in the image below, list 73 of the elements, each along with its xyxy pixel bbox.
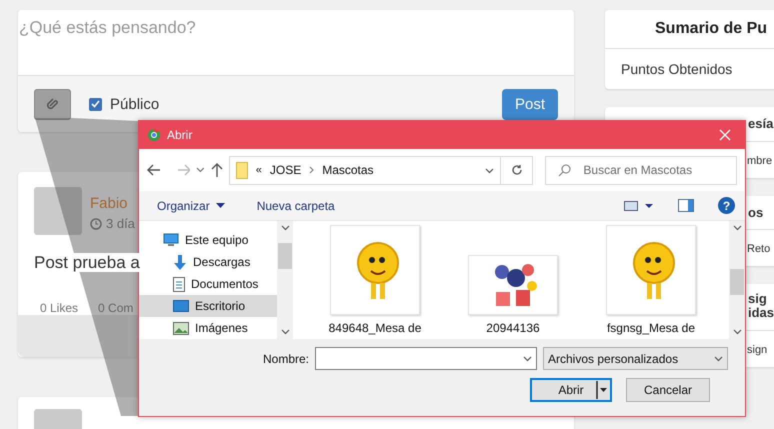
document-icon	[173, 276, 185, 292]
caret-icon	[216, 203, 225, 208]
up-arrow-icon[interactable]	[211, 163, 223, 177]
file-thumbnail[interactable]	[468, 255, 558, 315]
scroll-up-icon	[280, 225, 290, 231]
down-arrow-icon	[173, 254, 187, 270]
desktop-icon	[173, 300, 189, 312]
search-icon	[558, 164, 572, 176]
filename-label: Nombre:	[262, 352, 309, 366]
scrollbar[interactable]	[277, 221, 293, 339]
attach-button[interactable]	[34, 88, 71, 120]
scrollbar-thumb[interactable]	[730, 269, 744, 295]
summary-row-text: Puntos Obtenidos	[620, 60, 734, 79]
file-thumbnail[interactable]	[330, 225, 420, 315]
toolbar-button[interactable]: Nueva carpeta	[256, 198, 335, 212]
monitor-icon	[163, 233, 179, 247]
likes-count[interactable]: 0 Likes	[40, 301, 78, 315]
file-name[interactable]: 20944136	[486, 321, 540, 335]
back-arrow-icon[interactable]	[147, 164, 161, 176]
help-button[interactable]: ?	[718, 197, 735, 214]
filename-caret-icon	[523, 356, 532, 362]
card-row: mbre	[747, 154, 772, 167]
path-segment[interactable]: Mascotas	[322, 163, 374, 177]
close-icon	[719, 129, 731, 141]
public-checkbox[interactable]	[89, 98, 102, 110]
card-title: os	[748, 206, 764, 220]
open-button[interactable]: Abrir	[530, 378, 612, 402]
post-button[interactable]: Post	[502, 88, 558, 120]
search-field[interactable]: Buscar en Mascotas	[545, 156, 737, 184]
address-caret-icon	[484, 168, 494, 174]
navigation-item[interactable]: Este equipo	[139, 229, 277, 251]
scroll-up-icon	[732, 225, 742, 231]
browser-logo-icon	[147, 128, 161, 142]
refresh-button[interactable]	[500, 156, 534, 184]
navigation-item[interactable]: Descargas	[139, 251, 277, 273]
card-row: Reto	[747, 243, 770, 256]
dialog-title: Abrir	[167, 128, 192, 142]
path-segment[interactable]: JOSE	[270, 163, 302, 177]
cancel-button[interactable]: Cancelar	[626, 378, 710, 402]
dropdown-caret-icon	[714, 356, 723, 362]
post-text: Post prueba a	[34, 253, 140, 272]
navigation-item[interactable]: Escritorio	[139, 295, 277, 317]
path-separator-icon	[309, 166, 314, 174]
navigation-item[interactable]: Documentos	[139, 273, 277, 295]
refresh-icon	[510, 164, 523, 176]
scrollbar[interactable]	[729, 221, 745, 339]
toolbar-button[interactable]: Organizar	[157, 198, 225, 212]
clock-icon	[90, 218, 102, 230]
file-name[interactable]: 849648_Mesa de	[328, 321, 422, 335]
scroll-down-icon	[732, 329, 742, 335]
recent-caret-icon	[196, 167, 206, 173]
view-options-icon[interactable]	[624, 200, 654, 210]
filename-field[interactable]	[315, 347, 537, 370]
post-time: 3 día	[106, 216, 135, 231]
public-label: Público	[110, 96, 160, 112]
scrollbar-thumb[interactable]	[278, 243, 292, 269]
address-bar[interactable]: « JOSE Mascotas	[228, 156, 501, 184]
file-thumbnail[interactable]	[606, 225, 696, 315]
overflow-chevron[interactable]: «	[256, 164, 262, 176]
card-title: Sumario de Pu	[605, 10, 774, 49]
scroll-down-icon	[280, 329, 290, 335]
folder-icon	[236, 162, 248, 178]
card-title: esía	[748, 117, 774, 132]
split-caret-icon[interactable]	[596, 381, 608, 399]
paperclip-icon	[46, 97, 58, 111]
card-title: sig idas	[748, 292, 774, 321]
preview-pane-icon[interactable]	[678, 199, 694, 212]
avatar-photo-placeholder	[34, 187, 82, 235]
card-row: sign	[747, 344, 768, 356]
file-type-dropdown[interactable]: Archivos personalizados	[543, 347, 728, 370]
picture-icon	[173, 322, 189, 334]
navigation-item[interactable]: Imágenes	[139, 317, 277, 339]
file-name[interactable]: fsgnsg_Mesa de	[606, 321, 696, 335]
